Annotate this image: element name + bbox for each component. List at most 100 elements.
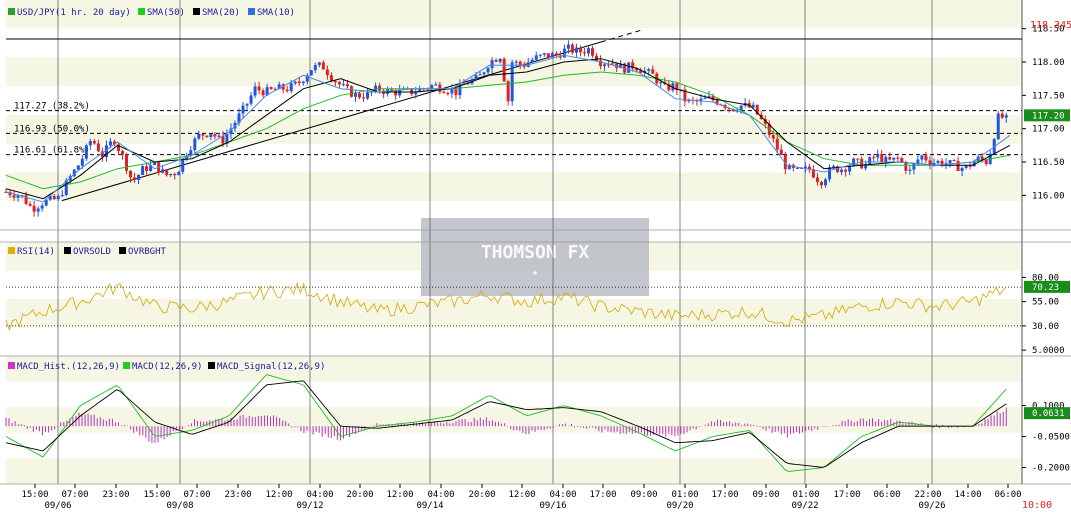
candle-body	[333, 80, 337, 83]
candle-body	[189, 150, 193, 156]
candle-body	[88, 141, 92, 146]
candle-body	[181, 158, 185, 172]
candle-body	[490, 60, 494, 69]
x-time-label: 15:00	[21, 490, 48, 500]
macd-last-value-label: 0.0631	[1032, 409, 1065, 419]
candle-body	[349, 86, 353, 97]
legend-swatch	[8, 362, 15, 369]
macd-legend-label: MACD_Signal(12,26,9)	[217, 362, 325, 372]
candle-body	[293, 81, 297, 84]
price-ytick-label: 117.50	[1032, 91, 1065, 101]
candle-body	[510, 62, 514, 102]
candle-body	[56, 195, 60, 200]
candle-body	[442, 91, 446, 94]
candle-body	[289, 83, 293, 92]
candle-body	[245, 103, 249, 106]
legend-swatch	[123, 362, 130, 369]
candle-body	[828, 167, 832, 180]
candle-body	[145, 166, 149, 171]
price-legend-label: SMA(10)	[257, 8, 295, 18]
candle-body	[952, 160, 956, 162]
candle-body	[474, 75, 478, 80]
candle-body	[586, 48, 590, 54]
candle-body	[325, 69, 329, 76]
candle-body	[366, 92, 370, 99]
x-time-label: 04:00	[427, 490, 454, 500]
candle-body	[486, 68, 490, 73]
current-price-label: 118.345	[1030, 20, 1071, 31]
x-date-label: 09/14	[416, 501, 443, 511]
watermark-text: THOMSON FX	[481, 242, 590, 263]
candle-body	[795, 167, 799, 169]
candle-body	[494, 60, 498, 62]
candle-body	[908, 169, 912, 171]
candle-body	[534, 55, 538, 60]
candle-body	[840, 169, 844, 173]
rsi-legend-label: OVRBGHT	[128, 247, 167, 257]
candle-body	[554, 53, 558, 56]
price-legend-label: USD/JPY(1 hr. 20 day)	[17, 8, 131, 18]
candle-body	[960, 167, 964, 172]
candle-body	[659, 82, 663, 84]
price-legend-label: SMA(50)	[147, 8, 185, 18]
rsi-legend-label: OVRSOLD	[73, 247, 111, 257]
candle-body	[358, 93, 362, 98]
macd-legend-label: MACD_Hist.(12,26,9)	[17, 362, 120, 372]
x-time-label: 23:00	[102, 490, 129, 500]
candle-body	[703, 98, 707, 100]
x-date-label: 09/08	[166, 501, 193, 511]
candle-body	[482, 72, 486, 75]
candle-body	[996, 113, 1000, 140]
candle-body	[880, 153, 884, 163]
candle-body	[779, 149, 783, 156]
fib-label: 117.27 (38.2%)	[14, 102, 90, 112]
x-time-label: 15:00	[143, 490, 170, 500]
candle-body	[80, 158, 84, 166]
legend-swatch	[119, 247, 126, 254]
candle-body	[193, 138, 197, 151]
candle-body	[984, 159, 988, 165]
candle-body	[819, 181, 823, 186]
candle-body	[353, 93, 357, 97]
candle-body	[96, 143, 100, 152]
x-time-label: 17:00	[711, 490, 738, 500]
candle-body	[169, 174, 173, 176]
x-time-label: 06:00	[873, 490, 900, 500]
x-time-label: 17:00	[833, 490, 860, 500]
candle-body	[498, 58, 502, 62]
candle-body	[936, 160, 940, 163]
candle-body	[582, 52, 586, 54]
candle-body	[341, 84, 345, 86]
candle-body	[647, 69, 651, 71]
price-ytick-label: 116.00	[1032, 191, 1065, 201]
svg-text:✦: ✦	[531, 265, 538, 279]
candle-body	[141, 166, 145, 175]
x-time-label: 17:00	[589, 490, 616, 500]
candle-body	[538, 54, 542, 56]
candle-body	[261, 90, 265, 96]
legend-swatch	[248, 8, 255, 15]
candle-body	[815, 177, 819, 182]
x-time-label: 04:00	[549, 490, 576, 500]
candle-body	[257, 86, 261, 91]
candle-body	[321, 62, 325, 70]
candle-body	[856, 158, 860, 160]
candle-body	[920, 155, 924, 160]
candle-body	[133, 177, 137, 180]
candle-body	[948, 160, 952, 164]
candle-body	[578, 47, 582, 53]
legend-swatch	[208, 362, 215, 369]
x-time-label: 09:00	[752, 490, 779, 500]
candle-body	[566, 44, 570, 49]
x-time-label: 07:00	[61, 490, 88, 500]
candle-body	[924, 155, 928, 161]
candle-body	[329, 75, 333, 81]
candle-body	[197, 133, 201, 139]
candle-body	[285, 89, 289, 92]
candle-body	[40, 205, 44, 209]
candle-body	[438, 84, 442, 92]
fib-label: 116.93 (50.0%)	[14, 124, 90, 134]
last-price-label: 117.20	[1032, 111, 1065, 121]
x-time-label: 06:00	[994, 490, 1021, 500]
candle-body	[651, 69, 655, 74]
